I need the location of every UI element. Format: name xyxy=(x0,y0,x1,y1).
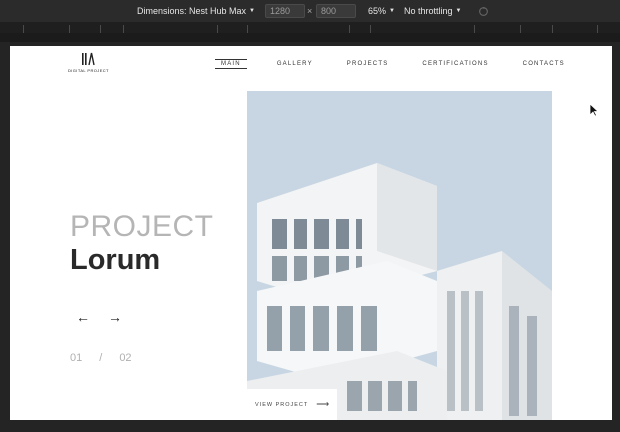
project-title-light: PROJECT xyxy=(70,210,214,243)
times-sign: × xyxy=(307,6,313,16)
site-logo[interactable]: DIGITAL PROJECT xyxy=(68,52,109,73)
caret-down-icon: ▼ xyxy=(249,8,255,14)
zoom-label: 65% xyxy=(368,6,387,16)
height-input[interactable]: 800 xyxy=(316,4,356,18)
viewport-bottom-edge xyxy=(0,420,620,432)
building-illustration xyxy=(247,91,552,420)
nav-item-gallery[interactable]: GALLERY xyxy=(273,59,317,69)
nav-item-main[interactable]: MAIN xyxy=(215,59,247,69)
nav-item-projects[interactable]: PROJECTS xyxy=(343,59,393,69)
throttling-dropdown[interactable]: No throttling ▼ xyxy=(404,0,461,22)
main-nav: MAIN GALLERY PROJECTS CERTIFICATIONS CON… xyxy=(215,59,595,69)
dimensions-dropdown[interactable]: Dimensions: Nest Hub Max ▼ xyxy=(137,0,255,22)
long-arrow-right-icon: ⟶ xyxy=(316,399,331,409)
ruler-bar xyxy=(0,33,620,42)
logo-text: DIGITAL PROJECT xyxy=(68,68,109,73)
pager-current: 01 xyxy=(70,352,83,364)
mouse-cursor-icon xyxy=(589,103,599,117)
project-title-bold: Lorum xyxy=(70,244,161,276)
prev-arrow-icon[interactable]: ← xyxy=(76,309,90,325)
slide-pager: 01 / 02 xyxy=(70,352,149,364)
pager-separator: / xyxy=(99,352,103,364)
next-arrow-icon[interactable]: → xyxy=(108,309,122,325)
nav-item-certifications[interactable]: CERTIFICATIONS xyxy=(418,59,492,69)
width-input[interactable]: 1280 xyxy=(265,4,305,18)
throttling-label: No throttling xyxy=(404,6,453,16)
nav-item-contacts[interactable]: CONTACTS xyxy=(519,59,569,69)
dimensions-label: Dimensions: Nest Hub Max xyxy=(137,6,247,16)
caret-down-icon: ▼ xyxy=(455,8,462,14)
view-project-button[interactable]: VIEW PROJECT ⟶ xyxy=(247,389,337,420)
emulated-page: DIGITAL PROJECT MAIN GALLERY PROJECTS CE… xyxy=(10,46,612,420)
rotate-icon[interactable] xyxy=(478,0,489,22)
pager-total: 02 xyxy=(119,352,132,364)
device-toolbar: Dimensions: Nest Hub Max ▼ 1280 × 800 65… xyxy=(0,0,620,22)
caret-down-icon: ▼ xyxy=(389,8,395,14)
zoom-dropdown[interactable]: 65% ▼ xyxy=(368,0,395,22)
view-project-label: VIEW PROJECT xyxy=(255,401,309,408)
logo-mark-icon xyxy=(82,52,95,66)
project-photo xyxy=(247,91,552,420)
